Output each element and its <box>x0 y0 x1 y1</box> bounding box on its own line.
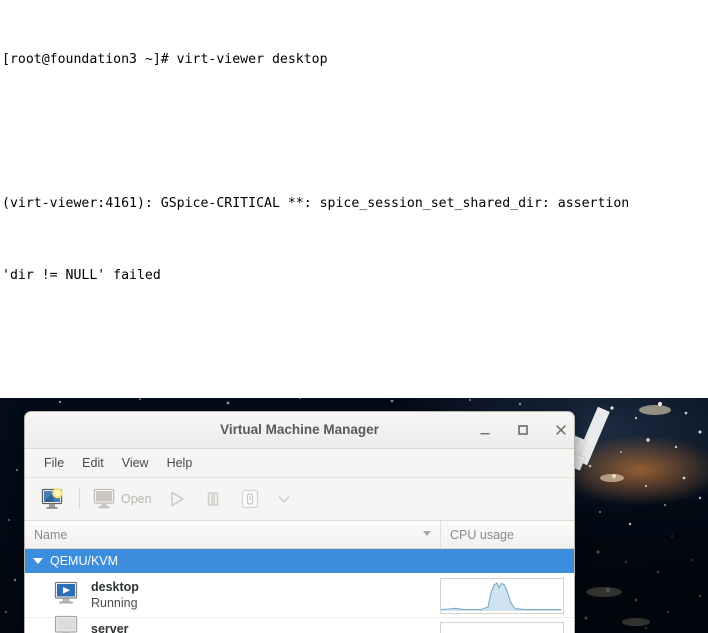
pause-icon <box>207 492 218 506</box>
menubar: File Edit View Help <box>25 449 574 478</box>
table-row[interactable]: server <box>25 615 574 633</box>
run-button[interactable] <box>159 482 195 516</box>
terminal-line: [root@foundation3 ~]# virt-viewer deskto… <box>2 52 328 67</box>
toolbar-separator <box>79 489 80 509</box>
titlebar[interactable]: Virtual Machine Manager <box>25 412 574 449</box>
chevron-down-icon <box>278 496 289 503</box>
new-vm-icon <box>41 487 63 509</box>
connection-row-qemu-kvm[interactable]: QEMU/KVM <box>25 549 574 573</box>
maximize-icon <box>518 425 528 435</box>
open-button[interactable]: Open <box>86 482 159 516</box>
shutdown-menu-button[interactable] <box>269 482 299 516</box>
column-headers: Name CPU usage <box>25 521 574 549</box>
menu-item-help[interactable]: Help <box>158 453 202 473</box>
minimize-icon <box>480 433 490 435</box>
screen: [root@foundation3 ~]# virt-viewer deskto… <box>0 0 708 633</box>
menu-item-edit[interactable]: Edit <box>73 453 113 473</box>
vm-list-scrollbar[interactable] <box>567 549 574 633</box>
vm-state: Running <box>91 595 138 610</box>
play-icon <box>170 491 184 507</box>
column-header-cpu-usage-label: CPU usage <box>450 527 514 542</box>
cpu-usage-sparkline <box>440 578 564 614</box>
close-button[interactable] <box>552 421 570 439</box>
vm-stopped-icon <box>53 615 81 633</box>
menu-item-file[interactable]: File <box>35 453 73 473</box>
shutdown-button[interactable] <box>231 482 269 516</box>
open-button-label: Open <box>121 492 152 506</box>
vm-name: desktop <box>91 579 139 594</box>
vm-name: server <box>91 622 129 633</box>
close-icon <box>556 425 566 435</box>
cpu-usage-sparkline <box>440 622 564 633</box>
open-monitor-icon <box>93 488 115 509</box>
table-row[interactable]: desktop Running <box>25 573 574 618</box>
column-header-name-label: Name <box>34 527 68 542</box>
vm-list[interactable]: QEMU/KVM desktop Running server <box>25 549 574 633</box>
pause-button[interactable] <box>195 482 231 516</box>
toolbar: Open <box>25 478 574 521</box>
expander-triangle-icon[interactable] <box>33 558 43 564</box>
terminal-line: 'dir != NULL' failed <box>2 268 161 283</box>
column-header-cpu-usage[interactable]: CPU usage <box>441 521 574 548</box>
new-vm-button[interactable] <box>33 482 73 516</box>
power-icon <box>241 489 258 509</box>
vm-running-icon <box>53 581 81 610</box>
column-header-name[interactable]: Name <box>25 521 441 548</box>
terminal-window[interactable]: [root@foundation3 ~]# virt-viewer deskto… <box>0 0 708 398</box>
maximize-button[interactable] <box>514 421 532 439</box>
terminal-line: (virt-viewer:4161): GSpice-CRITICAL **: … <box>2 196 630 211</box>
menu-item-view[interactable]: View <box>113 453 158 473</box>
sort-descending-icon <box>423 531 431 536</box>
minimize-button[interactable] <box>476 421 494 439</box>
connection-label: QEMU/KVM <box>50 554 119 568</box>
virtual-machine-manager-window[interactable]: Virtual Machine Manager File Edit View H… <box>24 411 575 633</box>
